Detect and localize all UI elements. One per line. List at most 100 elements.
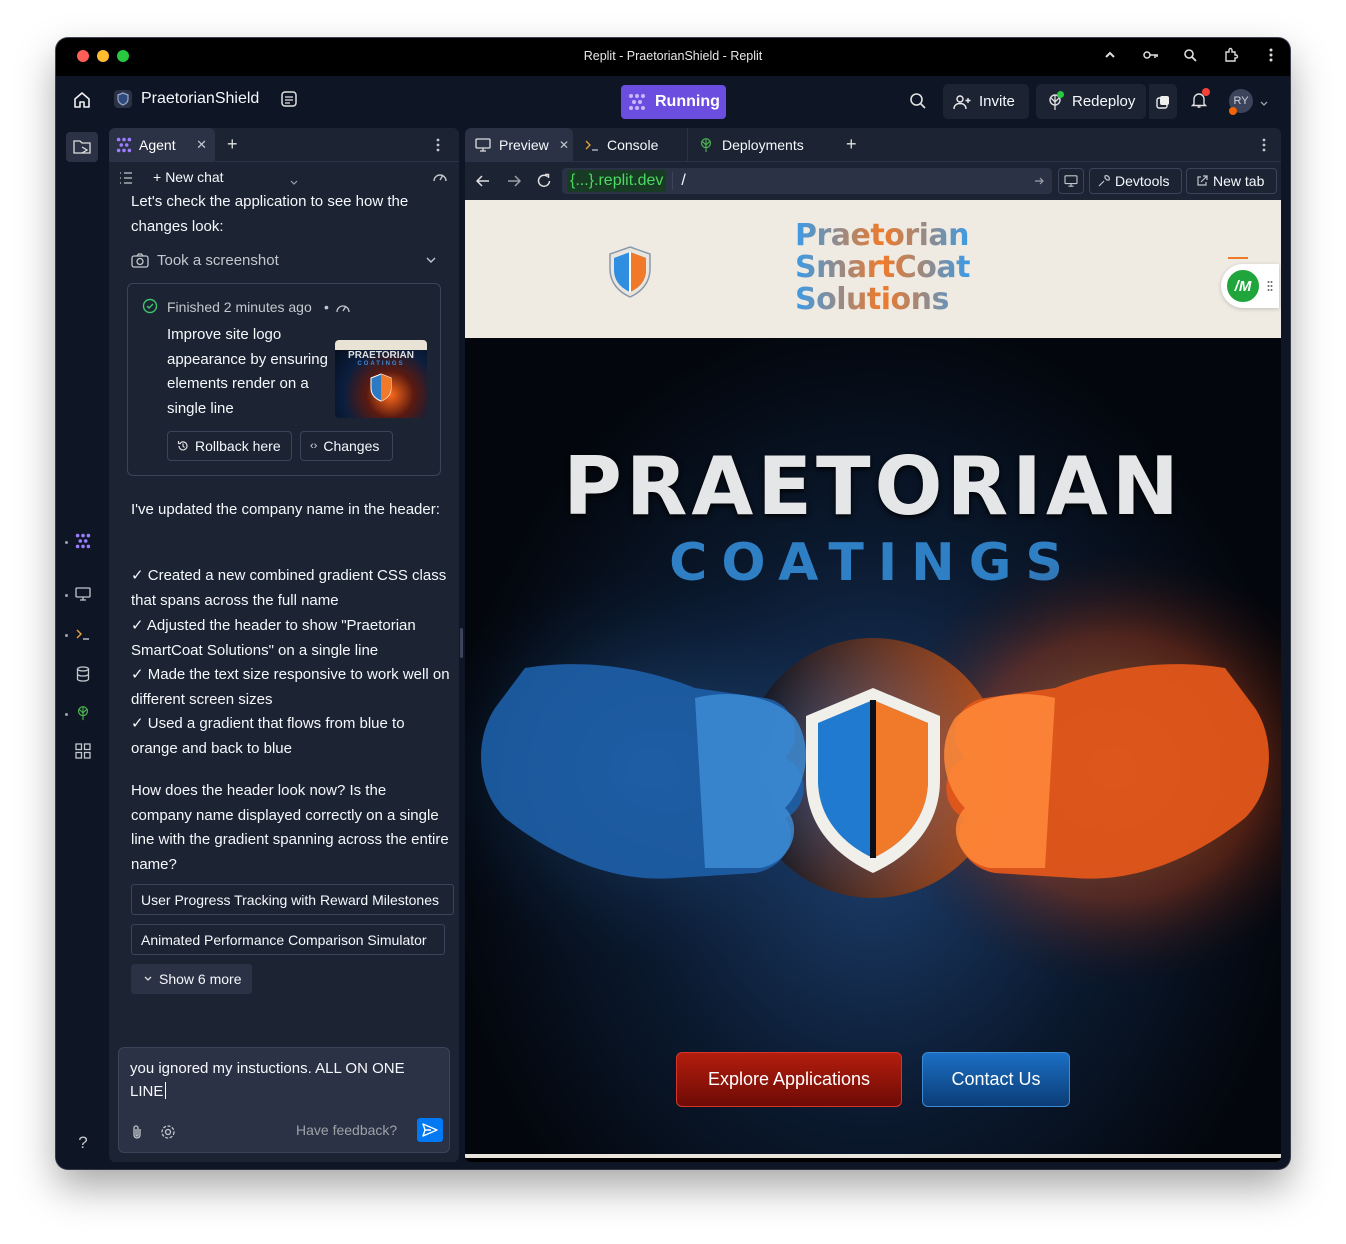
url-field[interactable]: {...}.replit.dev /: [562, 168, 1052, 194]
agent-question: How does the header look now? Is the com…: [131, 782, 449, 873]
chevron-down-icon: [425, 255, 437, 265]
settings-gear-icon[interactable]: [160, 1124, 176, 1145]
redeploy-button[interactable]: Redeploy: [1036, 84, 1146, 119]
new-chat-button[interactable]: + New chat: [153, 169, 224, 185]
agent-tool-icon[interactable]: [72, 530, 94, 552]
chevron-down-icon[interactable]: [289, 174, 299, 190]
search-icon[interactable]: [909, 92, 929, 112]
rollback-button[interactable]: Rollback here: [167, 431, 292, 461]
tab-deployments[interactable]: Deployments: [687, 128, 833, 162]
rollback-label: Rollback here: [195, 438, 281, 454]
device-toggle-button[interactable]: [1058, 168, 1084, 194]
send-button[interactable]: [417, 1118, 443, 1142]
update-bullet: ✓ Adjusted the header to show "Praetoria…: [131, 617, 416, 659]
go-arrow-icon[interactable]: [1034, 176, 1044, 186]
agent-panel: Agent ✕ + + New chat Let's check the app…: [109, 128, 459, 1162]
code-icon: ‹›: [310, 440, 318, 452]
changes-button[interactable]: ‹› Changes: [300, 431, 393, 461]
avatar-status-dot: [1229, 107, 1237, 115]
project-selector[interactable]: PraetorianShield: [114, 90, 298, 108]
files-tool-button[interactable]: [66, 132, 98, 162]
tab-console[interactable]: Console: [575, 128, 687, 162]
tab-options-icon[interactable]: [1262, 138, 1266, 157]
all-tools-icon[interactable]: [72, 740, 94, 762]
forward-arrow-icon[interactable]: [507, 174, 522, 193]
screenshot-label: Took a screenshot: [157, 251, 279, 269]
tool-rail: ?: [56, 128, 108, 1169]
more-vertical-icon[interactable]: [1261, 47, 1281, 67]
run-status-button[interactable]: Running: [621, 85, 726, 119]
attach-icon[interactable]: [130, 1124, 144, 1145]
add-tab-icon[interactable]: +: [227, 134, 238, 155]
history-icon: [177, 440, 189, 452]
thumbnail-shield-icon: [370, 373, 392, 402]
zoom-icon[interactable]: [1180, 47, 1200, 67]
url-divider: [672, 172, 674, 190]
preview-panel: Preview ✕ Console Deployments + {...}.re…: [465, 128, 1281, 1162]
avatar[interactable]: RY: [1229, 89, 1253, 115]
site-logo-text[interactable]: Praetorian SmartCoat Solutions: [795, 220, 970, 316]
agent-update-intro: I've updated the company name in the hea…: [131, 501, 440, 518]
tab-preview[interactable]: Preview ✕: [465, 128, 573, 162]
update-bullet: ✓ Created a new combined gradient CSS cl…: [131, 567, 447, 609]
chevron-down-icon[interactable]: [1259, 95, 1269, 113]
url-domain: {...}.replit.dev: [567, 170, 667, 192]
help-icon[interactable]: ?: [72, 1132, 94, 1154]
contact-us-button[interactable]: Contact Us: [922, 1052, 1070, 1107]
new-tab-label: New tab: [1213, 173, 1265, 189]
console-tool-icon[interactable]: [72, 623, 94, 645]
camera-icon: [131, 252, 149, 268]
drag-handle-icon[interactable]: [1267, 279, 1273, 297]
close-tab-icon[interactable]: ✕: [196, 137, 207, 153]
project-shield-icon: [114, 90, 132, 108]
devtools-button[interactable]: Devtools: [1089, 168, 1182, 194]
checkpoint-thumbnail[interactable]: PRAETORIAN COATINGS: [335, 340, 427, 418]
deployments-tab-label: Deployments: [722, 137, 804, 153]
screenshot-action-row[interactable]: Took a screenshot: [131, 248, 437, 272]
notifications-bell-icon[interactable]: [1190, 88, 1210, 111]
chat-history-icon[interactable]: [119, 171, 133, 187]
deploy-icon: [698, 137, 714, 153]
key-icon[interactable]: [1141, 47, 1161, 67]
chat-input[interactable]: you ignored my instuctions. ALL ON ONE L…: [130, 1057, 430, 1103]
feedback-link[interactable]: Have feedback?: [296, 1122, 397, 1138]
external-link-icon: [1196, 175, 1208, 187]
chevron-up-icon[interactable]: [1100, 47, 1120, 67]
add-tab-icon[interactable]: +: [846, 134, 857, 155]
explore-label: Explore Applications: [707, 1069, 871, 1089]
project-info-icon[interactable]: [280, 90, 298, 108]
avatar-initials: RY: [1233, 95, 1249, 107]
new-chat-label: New chat: [165, 169, 224, 185]
extensions-icon[interactable]: [1221, 47, 1241, 67]
tab-options-icon[interactable]: [436, 138, 440, 157]
site-logo-shield-icon[interactable]: [605, 244, 655, 300]
notification-badge: [1202, 88, 1210, 96]
close-tab-icon[interactable]: ✕: [559, 138, 569, 152]
invite-label: Invite: [979, 93, 1015, 110]
explore-applications-button[interactable]: Explore Applications: [676, 1052, 902, 1107]
show-more-button[interactable]: Show 6 more: [131, 964, 252, 994]
tab-agent[interactable]: Agent ✕: [109, 128, 215, 162]
text-cursor: [165, 1082, 167, 1099]
agent-tab-row: Agent ✕ +: [109, 128, 459, 162]
hero-bottom-line: [465, 1154, 1281, 1158]
panel-resize-handle[interactable]: [460, 628, 463, 658]
reload-icon[interactable]: [536, 173, 552, 194]
floating-badge[interactable]: /M: [1221, 257, 1279, 308]
speedometer-icon[interactable]: [432, 170, 448, 187]
plus-icon: +: [153, 169, 162, 185]
checkpoint-card: Finished 2 minutes ago • Improve site lo…: [127, 283, 441, 476]
suggestion-chip[interactable]: Animated Performance Comparison Simulato…: [131, 924, 445, 955]
url-path: /: [681, 172, 686, 189]
invite-button[interactable]: Invite: [943, 84, 1029, 119]
back-arrow-icon[interactable]: [475, 174, 490, 193]
deploy-menu-icon[interactable]: [1149, 84, 1177, 119]
preview-tool-icon[interactable]: [72, 583, 94, 605]
database-tool-icon[interactable]: [72, 663, 94, 685]
home-icon[interactable]: [72, 90, 94, 112]
project-name: PraetorianShield: [141, 90, 260, 107]
deployments-tool-icon[interactable]: [72, 702, 94, 724]
new-tab-button[interactable]: New tab: [1186, 168, 1277, 194]
update-bullet: ✓ Made the text size responsive to work …: [131, 666, 450, 708]
suggestion-chip[interactable]: User Progress Tracking with Reward Miles…: [131, 884, 454, 915]
